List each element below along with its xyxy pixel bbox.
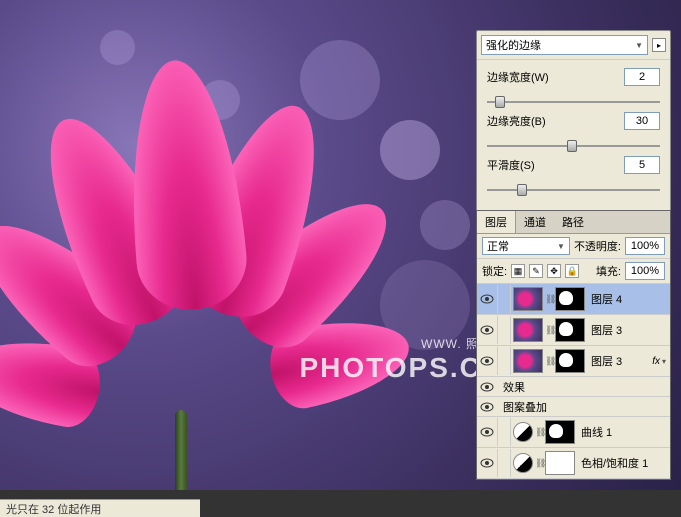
visibility-eye-icon[interactable] xyxy=(480,294,494,304)
effect-item-label: 图案叠加 xyxy=(497,399,547,415)
effects-label: 效果 xyxy=(497,379,525,395)
filter-select-label: 强化的边缘 xyxy=(486,37,541,53)
link-col[interactable] xyxy=(497,418,511,446)
layer-thumbnail[interactable] xyxy=(513,349,543,373)
mask-thumbnail[interactable] xyxy=(555,318,585,342)
smoothness-input[interactable] xyxy=(624,156,660,174)
visibility-eye-icon[interactable] xyxy=(480,382,494,392)
lock-move-icon[interactable]: ✥ xyxy=(547,264,561,278)
panel-tabs: 图层 通道 路径 xyxy=(477,211,670,234)
layer-thumbnail[interactable] xyxy=(513,287,543,311)
effect-item[interactable]: 图案叠加 xyxy=(477,397,670,417)
filter-select[interactable]: 强化的边缘 ▼ xyxy=(481,35,648,55)
layer-name[interactable]: 曲线 1 xyxy=(577,424,670,440)
layer-row[interactable]: ⛓ 曲线 1 xyxy=(477,417,670,448)
layer-name[interactable]: 色相/饱和度 1 xyxy=(577,455,670,471)
layer-thumbnail[interactable] xyxy=(513,318,543,342)
layers-list: ⛓ 图层 4 ⛓ 图层 3 ⛓ 图层 3 fx ▾ 效果 图案叠 xyxy=(477,284,670,479)
layer-name[interactable]: 图层 3 xyxy=(587,353,652,369)
layer-row[interactable]: ⛓ 图层 4 xyxy=(477,284,670,315)
edge-width-input[interactable] xyxy=(624,68,660,86)
layer-row[interactable]: ⛓ 图层 3 xyxy=(477,315,670,346)
lock-label: 锁定: xyxy=(482,263,507,279)
layer-name[interactable]: 图层 3 xyxy=(587,322,670,338)
lock-brush-icon[interactable]: ✎ xyxy=(529,264,543,278)
mask-link-icon[interactable]: ⛓ xyxy=(535,427,543,438)
filter-panel: 强化的边缘 ▼ ▸ 边缘宽度(W) 边缘亮度(B) 平滑度(S) xyxy=(476,30,671,213)
lock-all-icon[interactable]: 🔒 xyxy=(565,264,579,278)
layer-row[interactable]: ⛓ 图层 3 fx ▾ xyxy=(477,346,670,377)
fill-label: 填充: xyxy=(596,263,621,279)
smoothness-label: 平滑度(S) xyxy=(487,157,624,173)
mask-link-icon[interactable]: ⛓ xyxy=(545,325,553,336)
fx-badge[interactable]: fx ▾ xyxy=(652,356,666,367)
adjustment-icon[interactable] xyxy=(513,422,533,442)
arrow-button[interactable]: ▸ xyxy=(652,38,666,52)
tab-paths[interactable]: 路径 xyxy=(554,211,592,233)
link-col[interactable] xyxy=(497,449,511,477)
visibility-eye-icon[interactable] xyxy=(480,402,494,412)
edge-brightness-input[interactable] xyxy=(624,112,660,130)
flower-stem xyxy=(175,410,187,490)
layer-name[interactable]: 图层 4 xyxy=(587,291,670,307)
blend-mode-label: 正常 xyxy=(487,238,509,254)
tab-channels[interactable]: 通道 xyxy=(516,211,554,233)
tab-layers[interactable]: 图层 xyxy=(477,211,516,233)
edge-brightness-slider[interactable] xyxy=(487,138,660,154)
filter-row-smooth: 平滑度(S) xyxy=(487,156,660,174)
visibility-eye-icon[interactable] xyxy=(480,325,494,335)
visibility-eye-icon[interactable] xyxy=(480,458,494,468)
opacity-input[interactable] xyxy=(625,237,665,255)
mask-link-icon[interactable]: ⛓ xyxy=(545,356,553,367)
link-col[interactable] xyxy=(497,347,511,375)
status-bar: 光只在 32 位起作用 xyxy=(0,499,200,517)
blend-row: 正常 ▼ 不透明度: xyxy=(477,234,670,259)
mask-thumbnail[interactable] xyxy=(555,287,585,311)
filter-body: 边缘宽度(W) 边缘亮度(B) 平滑度(S) xyxy=(477,60,670,212)
mask-thumbnail[interactable] xyxy=(555,349,585,373)
filter-header: 强化的边缘 ▼ ▸ xyxy=(477,31,670,60)
lock-row: 锁定: ▦ ✎ ✥ 🔒 填充: xyxy=(477,259,670,284)
edge-brightness-label: 边缘亮度(B) xyxy=(487,113,624,129)
link-col[interactable] xyxy=(497,285,511,313)
edge-width-slider[interactable] xyxy=(487,94,660,110)
petal xyxy=(119,56,250,315)
lock-transparent-icon[interactable]: ▦ xyxy=(511,264,525,278)
chevron-down-icon: ▼ xyxy=(557,242,565,251)
filter-row-width: 边缘宽度(W) xyxy=(487,68,660,86)
mask-link-icon[interactable]: ⛓ xyxy=(535,458,543,469)
edge-width-label: 边缘宽度(W) xyxy=(487,69,624,85)
adjustment-icon[interactable] xyxy=(513,453,533,473)
chevron-down-icon: ▼ xyxy=(635,41,643,50)
link-col[interactable] xyxy=(497,316,511,344)
filter-row-brightness: 边缘亮度(B) xyxy=(487,112,660,130)
mask-link-icon[interactable]: ⛓ xyxy=(545,294,553,305)
bokeh-circle xyxy=(420,200,470,250)
mask-thumbnail[interactable] xyxy=(545,420,575,444)
fill-input[interactable] xyxy=(625,262,665,280)
effects-header[interactable]: 效果 xyxy=(477,377,670,397)
layer-row[interactable]: ⛓ 色相/饱和度 1 xyxy=(477,448,670,479)
opacity-label: 不透明度: xyxy=(574,238,621,254)
visibility-eye-icon[interactable] xyxy=(480,427,494,437)
blend-mode-select[interactable]: 正常 ▼ xyxy=(482,237,570,255)
lotus-flower xyxy=(0,60,400,460)
smoothness-slider[interactable] xyxy=(487,182,660,198)
visibility-eye-icon[interactable] xyxy=(480,356,494,366)
layers-panel: 图层 通道 路径 正常 ▼ 不透明度: 锁定: ▦ ✎ ✥ 🔒 填充: ⛓ 图层… xyxy=(476,210,671,480)
mask-thumbnail[interactable] xyxy=(545,451,575,475)
status-text: 光只在 32 位起作用 xyxy=(6,501,101,517)
